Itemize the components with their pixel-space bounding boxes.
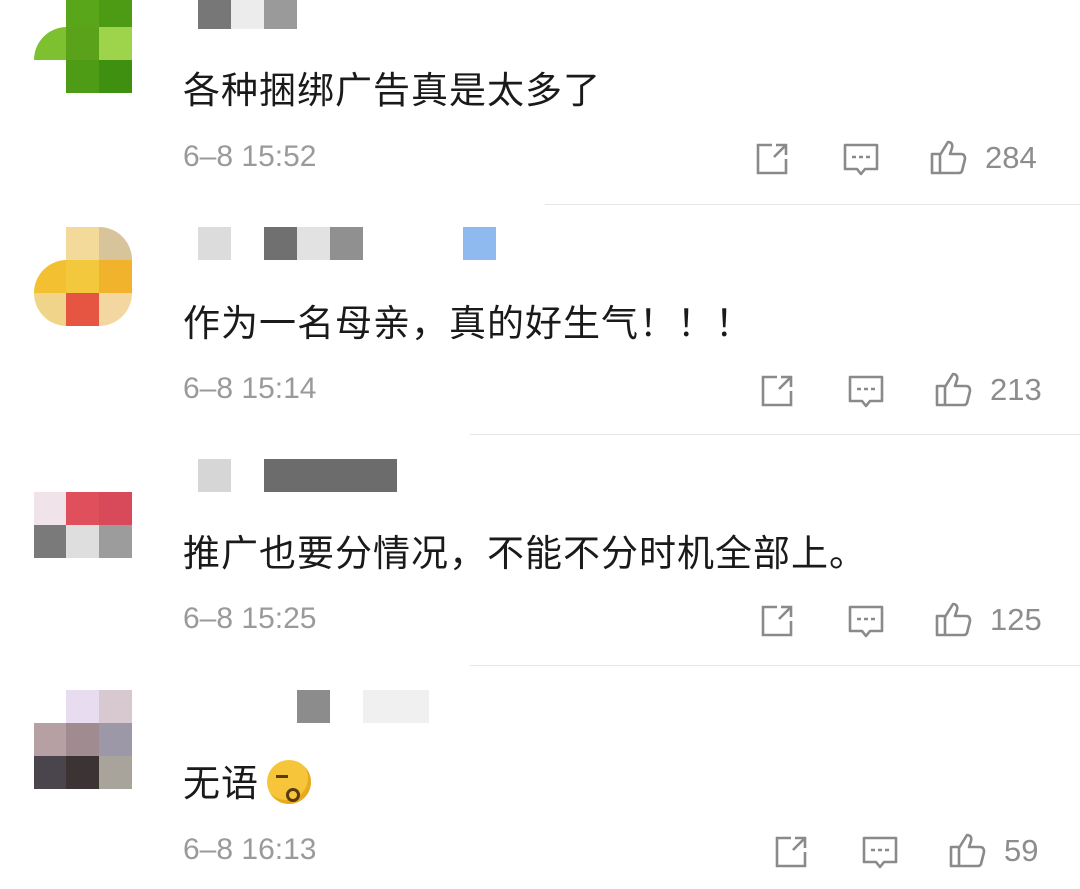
mosaic-block [264, 459, 397, 492]
share-icon[interactable] [752, 139, 792, 179]
avatar-pixel [99, 260, 132, 293]
comment-text: 各种捆绑广告真是太多了 [183, 69, 601, 112]
avatar[interactable] [34, 459, 146, 571]
avatar-pixel [66, 723, 99, 756]
avatar-pixel [99, 756, 132, 789]
mosaic-block [231, 0, 264, 29]
avatar-pixel [99, 492, 132, 525]
comment-text: 作为一名母亲，真的好生气！！！ [183, 302, 753, 345]
avatar-pixel [66, 756, 99, 789]
avatar-pixel [34, 27, 67, 60]
mosaic-block [363, 690, 429, 723]
comment-icon[interactable] [860, 832, 900, 872]
avatar[interactable] [34, 227, 146, 339]
avatar[interactable] [34, 690, 146, 802]
like-count: 213 [990, 372, 1042, 407]
comment-icon[interactable] [841, 139, 881, 179]
mosaic-block [297, 690, 330, 723]
avatar-pixel [34, 525, 67, 558]
share-icon[interactable] [757, 371, 797, 411]
like-icon[interactable] [928, 137, 968, 177]
mosaic-block [198, 227, 231, 260]
like-count: 284 [985, 140, 1037, 175]
avatar-pixel [66, 60, 99, 93]
comment-item: 各种捆绑广告真是太多了 6–8 15:52 284 [0, 0, 1080, 205]
avatar-pixel [66, 690, 99, 723]
avatar[interactable] [34, 0, 146, 106]
username-obscured[interactable] [186, 227, 546, 263]
like-icon[interactable] [933, 599, 973, 639]
vip-badge [463, 227, 496, 260]
like-icon[interactable] [947, 830, 987, 870]
avatar-pixel [34, 723, 67, 756]
avatar-pixel [99, 293, 132, 326]
comment-text: 无语 [183, 753, 311, 807]
avatar-pixel [34, 492, 67, 525]
mosaic-block [297, 227, 330, 260]
like-icon[interactable] [933, 369, 973, 409]
mosaic-block [198, 459, 231, 492]
comment-time: 6–8 15:25 [183, 602, 317, 635]
comment-text-content: 无语 [183, 762, 259, 805]
avatar-pixel [66, 227, 99, 260]
speechless-emoji-icon [267, 760, 311, 804]
comment-icon[interactable] [846, 601, 886, 641]
avatar-pixel [99, 723, 132, 756]
mosaic-block [264, 0, 297, 29]
comment-time: 6–8 16:13 [183, 833, 317, 866]
comment-item: 作为一名母亲，真的好生气！！！ 6–8 15:14 213 [0, 205, 1080, 435]
avatar-pixel [99, 27, 132, 60]
avatar-pixel [99, 690, 132, 723]
avatar-pixel [99, 60, 132, 93]
like-count: 59 [1004, 833, 1039, 868]
username-obscured[interactable] [186, 690, 546, 726]
avatar-pixel [99, 227, 132, 260]
avatar-pixel [99, 0, 132, 27]
comment-item: 推广也要分情况，不能不分时机全部上。 6–8 15:25 125 [0, 435, 1080, 665]
share-icon[interactable] [771, 832, 811, 872]
avatar-pixel [66, 260, 99, 293]
mosaic-block [330, 227, 363, 260]
mosaic-block [264, 227, 297, 260]
share-icon[interactable] [757, 601, 797, 641]
username-obscured[interactable] [186, 0, 546, 32]
avatar-pixel [66, 27, 99, 60]
comment-icon[interactable] [846, 371, 886, 411]
avatar-pixel [34, 756, 67, 789]
avatar-pixel [66, 492, 99, 525]
username-obscured[interactable] [186, 459, 546, 495]
like-count: 125 [990, 602, 1042, 637]
avatar-pixel [66, 293, 99, 326]
avatar-pixel [34, 260, 67, 293]
avatar-pixel [99, 525, 132, 558]
comment-time: 6–8 15:14 [183, 372, 317, 405]
avatar-pixel [34, 293, 67, 326]
comment-item: 无语 6–8 16:13 59 [0, 666, 1080, 889]
avatar-pixel [66, 0, 99, 27]
comment-time: 6–8 15:52 [183, 140, 317, 173]
mosaic-block [198, 0, 231, 29]
comment-text: 推广也要分情况，不能不分时机全部上。 [183, 532, 867, 575]
avatar-pixel [66, 525, 99, 558]
